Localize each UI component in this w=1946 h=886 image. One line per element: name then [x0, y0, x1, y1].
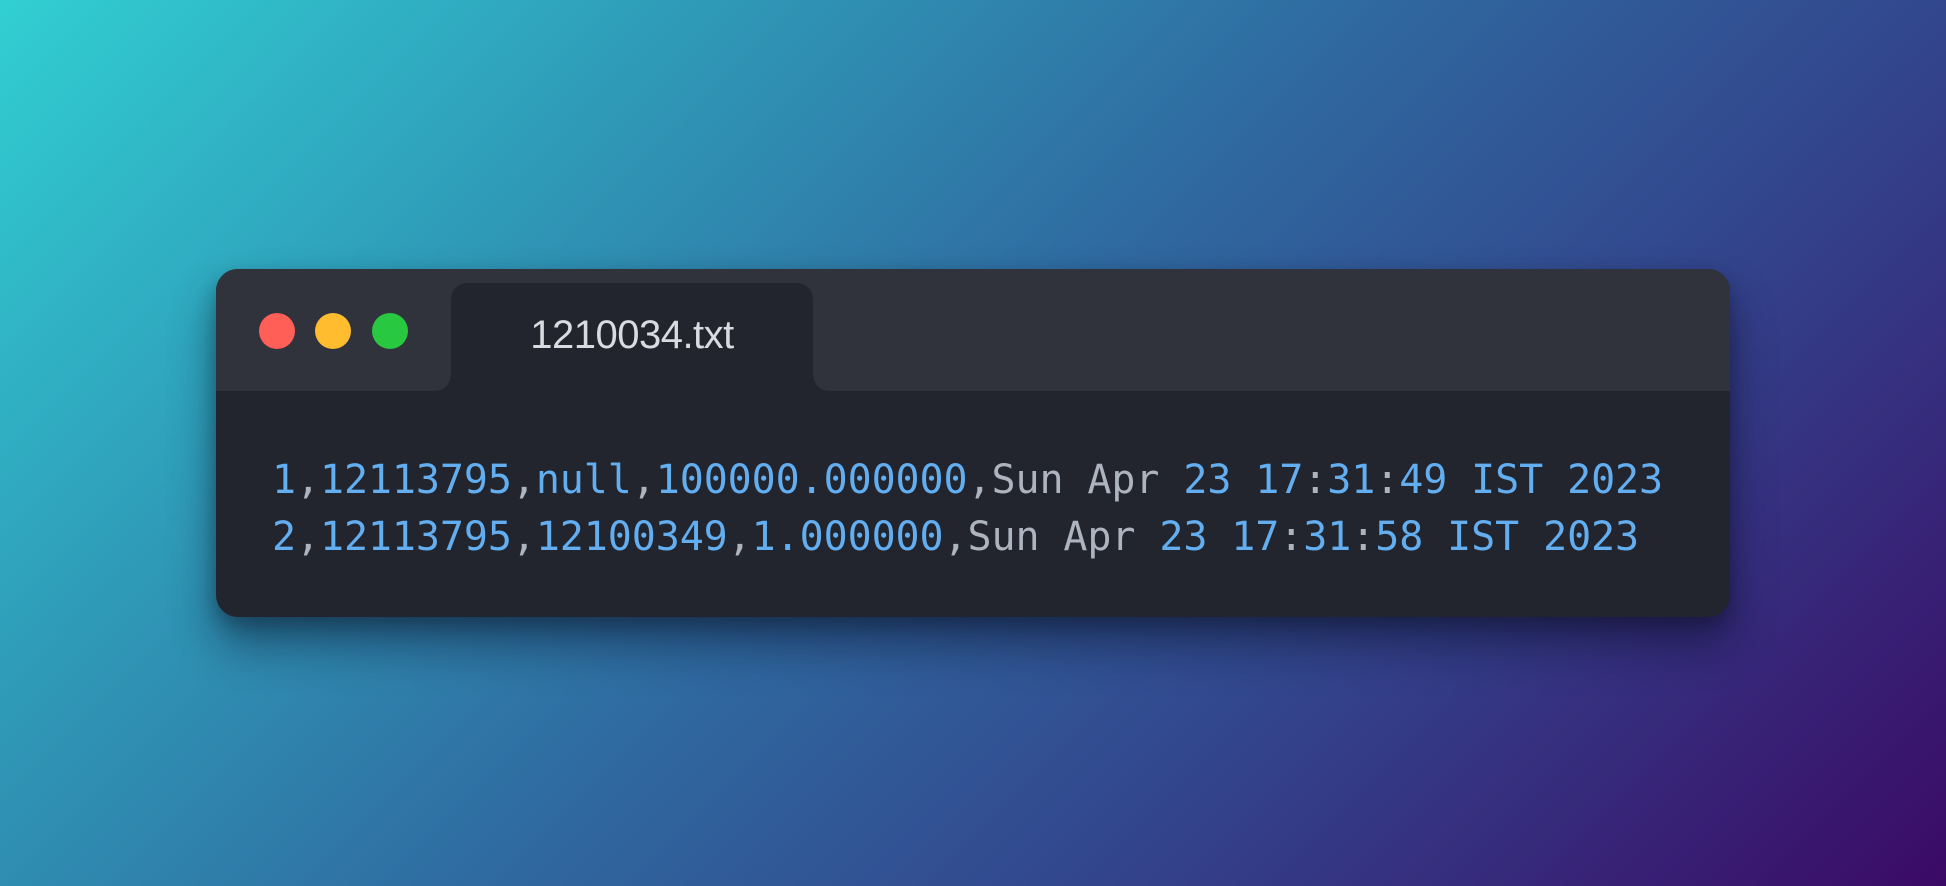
line-2-time-minute: 31 — [1303, 514, 1352, 560]
line-2-field-id: 2 — [272, 514, 296, 560]
line-1-date-text: ,Sun Apr — [967, 457, 1184, 503]
line-2-separator: , — [295, 514, 320, 560]
line-2-time-separator: : — [1279, 514, 1304, 560]
line-2-separator: , — [511, 514, 536, 560]
line-2-field-user-id: 12113795 — [319, 514, 512, 560]
line-2-date-text: ,Sun Apr — [943, 514, 1160, 560]
line-1-time-second-zone-year: 49 IST 2023 — [1399, 457, 1664, 503]
line-1-time-separator: : — [1375, 457, 1400, 503]
editor-window: 1210034.txt 1,12113795,null,100000.00000… — [216, 269, 1730, 617]
line-2-field-amount: 1.000000 — [751, 514, 944, 560]
line-2-time-separator: : — [1351, 514, 1376, 560]
line-1-time-separator: : — [1303, 457, 1328, 503]
line-1-field-user-id: 12113795 — [319, 457, 512, 503]
line-1-field-id: 1 — [272, 457, 296, 503]
file-tab-title: 1210034.txt — [530, 313, 734, 357]
line-1-date-day-hour: 23 17 — [1183, 457, 1304, 503]
close-window-button[interactable] — [259, 313, 295, 349]
window-titlebar: 1210034.txt — [216, 269, 1730, 391]
line-1-separator: , — [295, 457, 320, 503]
line-1-field-amount: 100000.000000 — [655, 457, 968, 503]
line-1-field-parent-id: null — [535, 457, 632, 503]
line-1-separator: , — [511, 457, 536, 503]
file-tab[interactable]: 1210034.txt — [435, 283, 829, 391]
line-2-date-day-hour: 23 17 — [1159, 514, 1280, 560]
zoom-window-button[interactable] — [372, 313, 408, 349]
file-content[interactable]: 1,12113795,null,100000.000000,Sun Apr 23… — [272, 452, 1700, 566]
code-line: 2,12113795,12100349,1.000000,Sun Apr 23 … — [272, 509, 1700, 566]
line-2-separator: , — [727, 514, 752, 560]
line-2-field-parent-id: 12100349 — [535, 514, 728, 560]
line-1-time-minute: 31 — [1327, 457, 1376, 503]
minimize-window-button[interactable] — [315, 313, 351, 349]
line-2-time-second-zone-year: 58 IST 2023 — [1375, 514, 1640, 560]
code-line: 1,12113795,null,100000.000000,Sun Apr 23… — [272, 452, 1700, 509]
line-1-separator: , — [631, 457, 656, 503]
